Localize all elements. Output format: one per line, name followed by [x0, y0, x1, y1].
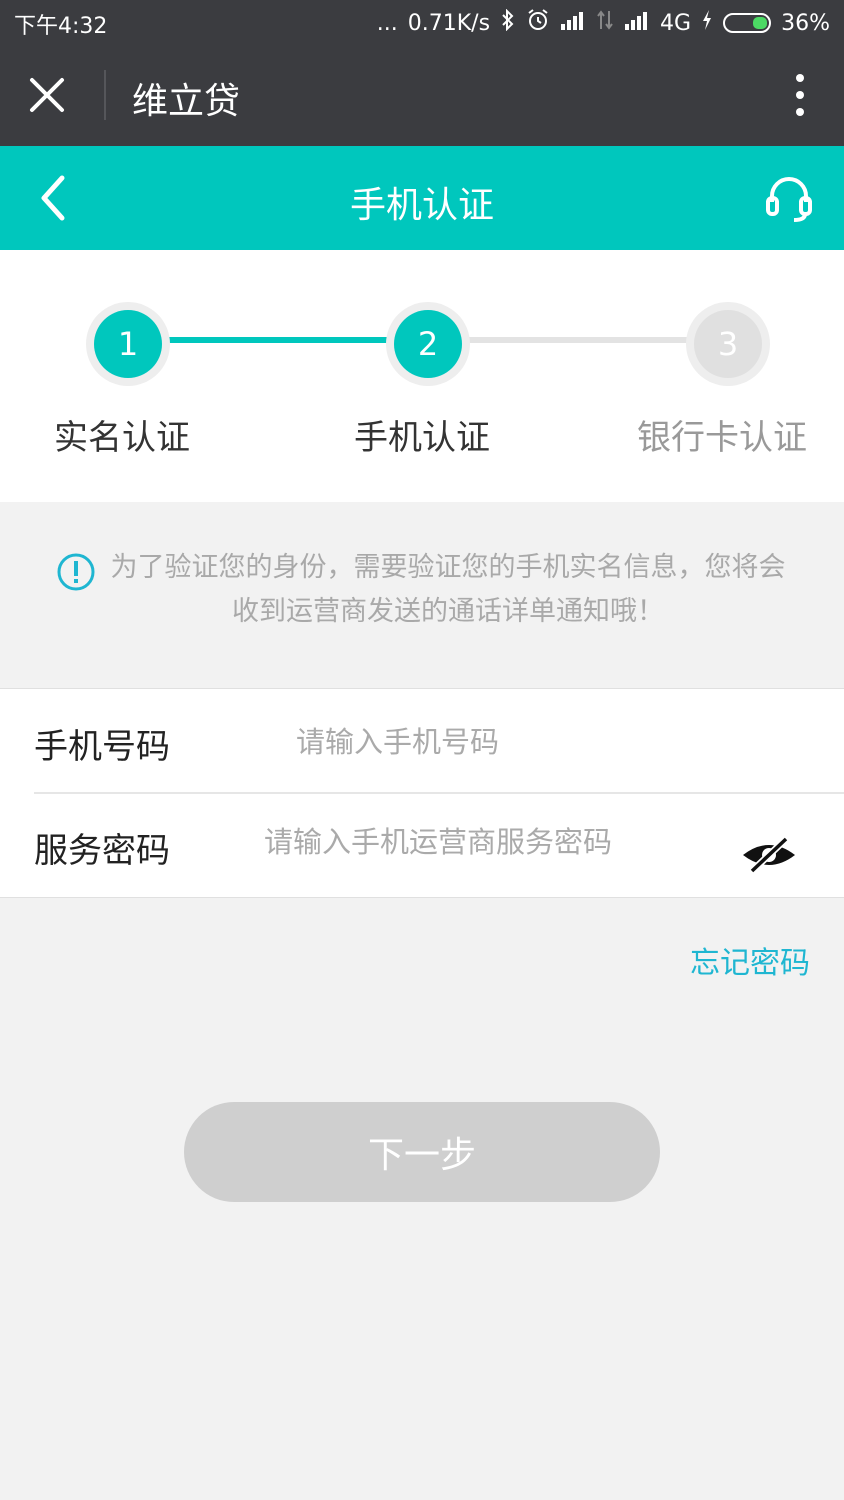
info-icon: [57, 553, 95, 591]
network-speed: 0.71K/s: [407, 10, 491, 36]
status-bar: 下午4:32 ... 0.71K/s 4G 36%: [0, 0, 844, 44]
phone-label: 手机号码: [34, 727, 170, 767]
phone-row: 手机号码: [0, 689, 844, 794]
status-time: 下午4:32: [14, 14, 108, 39]
navbar: 手机认证: [0, 146, 844, 250]
page-title: 手机认证: [349, 185, 494, 226]
more-button[interactable]: [790, 70, 810, 120]
step-1: 1: [86, 302, 170, 386]
close-button[interactable]: [26, 74, 76, 116]
toggle-password-visibility[interactable]: [740, 835, 798, 875]
alarm-icon: [526, 8, 550, 38]
battery-percent: 36%: [781, 10, 830, 36]
more-notifications-icon: ...: [376, 10, 398, 36]
webview-header: 维立贷: [0, 44, 844, 146]
eye-off-icon: [743, 836, 795, 874]
next-step-button[interactable]: 下一步: [184, 1102, 660, 1202]
charging-icon: [701, 9, 713, 37]
step-connector-pending: [468, 337, 692, 343]
header-divider: [104, 70, 106, 120]
webview-title: 维立贷: [132, 81, 241, 122]
step-3: 3: [686, 302, 770, 386]
headset-icon: [766, 177, 812, 222]
forgot-password-link[interactable]: 忘记密码: [690, 938, 810, 982]
step-1-label: 实名认证: [54, 418, 190, 458]
step-2-number: 2: [394, 310, 462, 378]
password-row: 服务密码: [0, 793, 844, 897]
bluetooth-icon: [500, 8, 516, 37]
data-transfer-icon: [596, 9, 614, 37]
phone-input[interactable]: [296, 717, 796, 767]
step-1-number: 1: [94, 310, 162, 378]
signal-icon: [560, 10, 586, 36]
step-3-label: 银行卡认证: [637, 418, 807, 458]
status-indicators: ... 0.71K/s 4G 36%: [377, 8, 830, 38]
step-2: 2: [386, 302, 470, 386]
step-3-number: 3: [694, 310, 762, 378]
notice-text: 为了验证您的身份，需要验证您的手机实名信息，您将会收到运营商发送的通话详单通知哦…: [110, 552, 786, 627]
customer-service-button[interactable]: [764, 174, 814, 224]
progress-steps: 1 2 3 实名认证 手机认证 银行卡认证: [0, 250, 844, 502]
signal-icon-2: [624, 10, 650, 36]
password-label: 服务密码: [34, 831, 170, 871]
step-connector-done: [168, 337, 392, 343]
battery-icon: [723, 13, 772, 33]
step-2-label: 手机认证: [354, 418, 490, 458]
notice-banner: 为了验证您的身份，需要验证您的手机实名信息，您将会收到运营商发送的通话详单通知哦…: [0, 502, 844, 688]
more-vertical-icon: [796, 74, 804, 116]
phone-auth-form: 手机号码 服务密码: [0, 688, 844, 898]
service-password-input[interactable]: [264, 817, 704, 867]
network-type: 4G: [660, 10, 692, 36]
close-icon: [30, 78, 64, 112]
